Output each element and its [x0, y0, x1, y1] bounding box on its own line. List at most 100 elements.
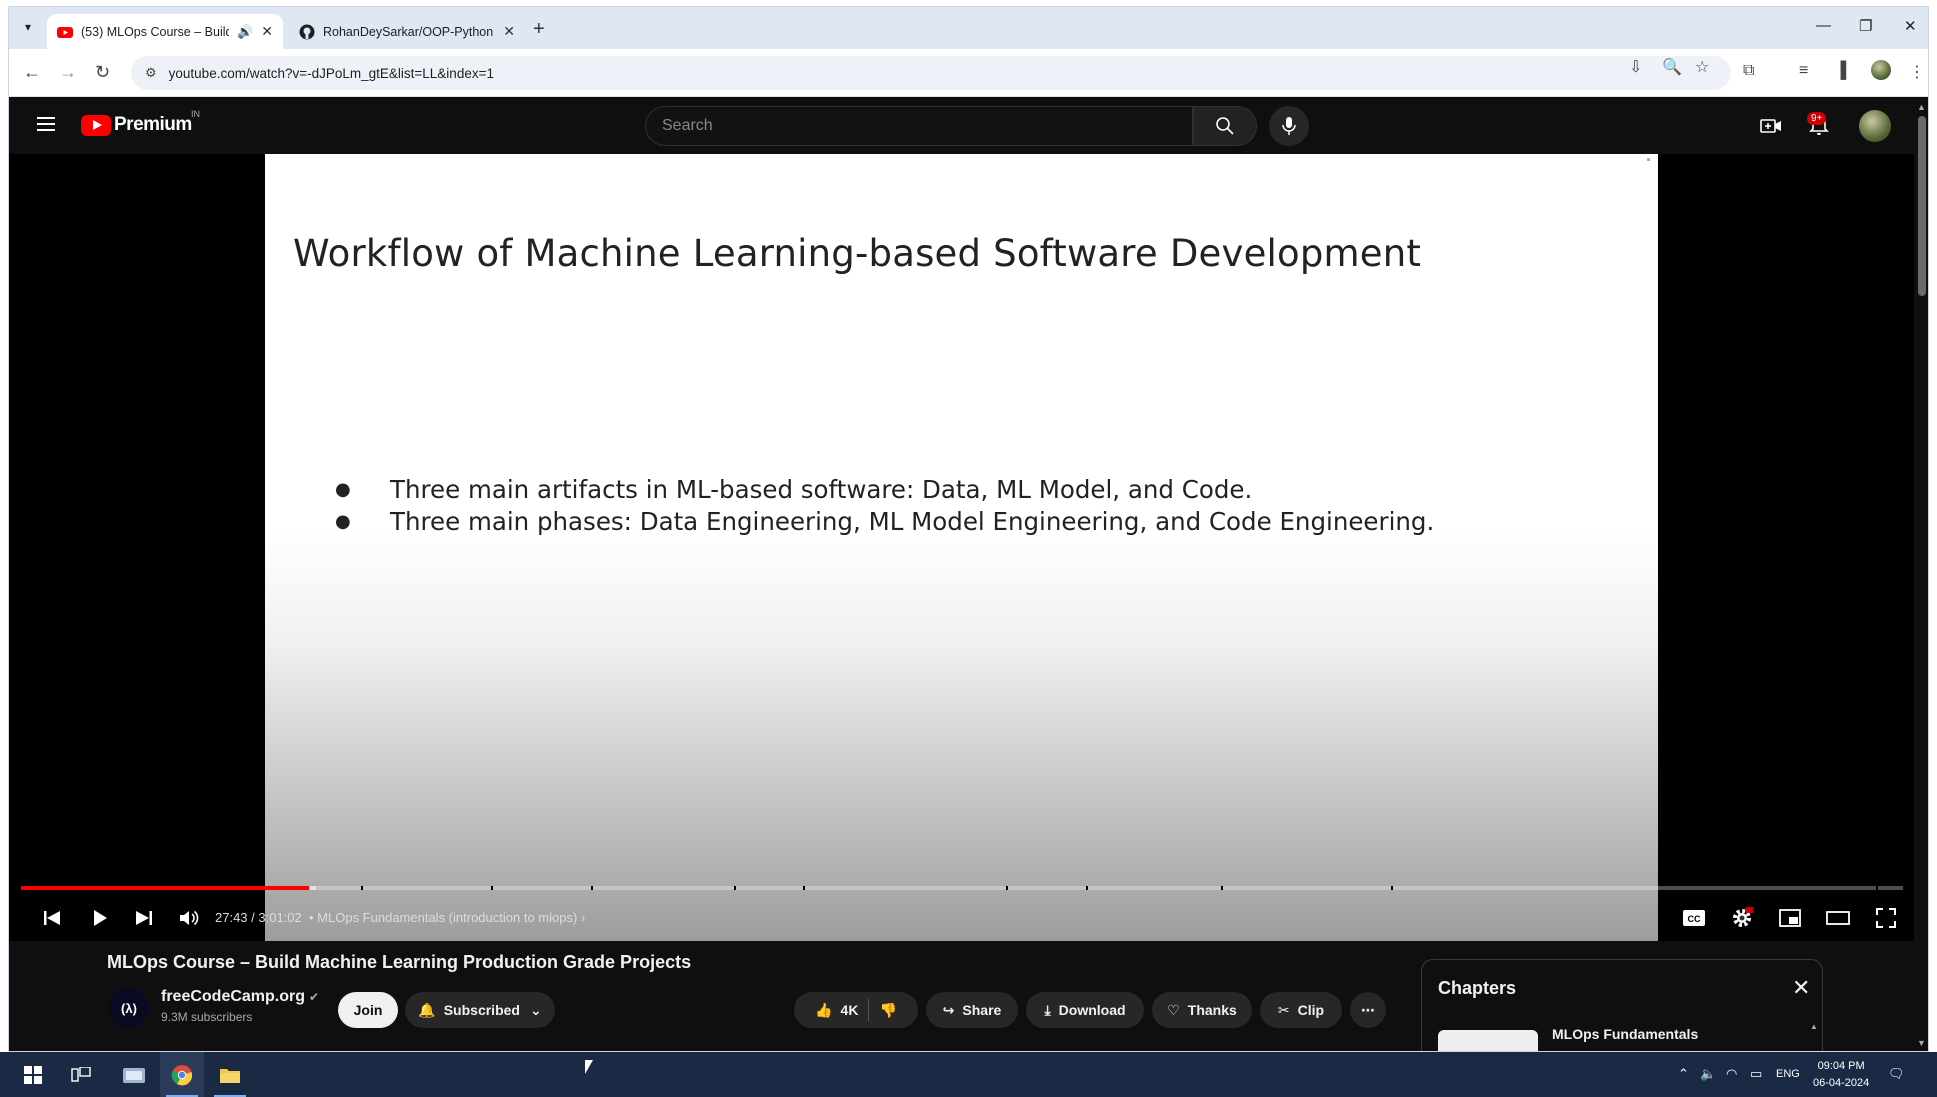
tab-audio-icon[interactable]: 🔊: [237, 24, 253, 40]
voice-search-button[interactable]: [1269, 106, 1309, 146]
chapter-marker: [803, 886, 805, 890]
close-window-icon[interactable]: ✕: [1904, 17, 1917, 35]
thanks-label: Thanks: [1187, 1002, 1237, 1018]
install-app-icon[interactable]: ⇩: [1629, 57, 1642, 77]
tab-youtube[interactable]: (53) MLOps Course – Build 🔊 ✕: [47, 14, 283, 49]
start-windows-icon[interactable]: [16, 1052, 50, 1097]
tab-close-icon[interactable]: ✕: [503, 23, 515, 40]
slide-bullet: Three main phases: Data Engineering, ML …: [335, 506, 1434, 538]
progress-bar[interactable]: [21, 886, 1903, 890]
extensions-icon[interactable]: ⧉: [1743, 62, 1754, 80]
new-tab-button[interactable]: +: [533, 19, 545, 39]
clip-label: Clip: [1297, 1002, 1325, 1018]
scroll-up-icon[interactable]: ▲: [1810, 1022, 1818, 1031]
channel-name-text[interactable]: freeCodeCamp.org: [161, 988, 305, 1005]
miniplayer-icon[interactable]: [1775, 903, 1805, 933]
next-video-icon[interactable]: [129, 903, 159, 933]
close-icon[interactable]: ✕: [1792, 975, 1810, 1001]
scroll-up-icon[interactable]: ▲: [1917, 102, 1926, 112]
divider: [868, 999, 870, 1021]
url-text[interactable]: youtube.com/watch?v=-dJPoLm_gtE&list=LL&…: [169, 66, 494, 81]
taskbar-file-explorer-icon[interactable]: [208, 1052, 252, 1097]
user-avatar[interactable]: [1859, 110, 1891, 142]
clock-date: 06-04-2024: [1813, 1077, 1870, 1089]
media-control-icon[interactable]: ≡: [1799, 62, 1808, 80]
browser-menu-icon[interactable]: ⋮: [1909, 62, 1925, 82]
wifi-icon[interactable]: ◠: [1726, 1066, 1737, 1082]
play-icon[interactable]: [85, 903, 115, 933]
system-clock[interactable]: 09:04 PM 06-04-2024: [1813, 1058, 1869, 1092]
fullscreen-icon[interactable]: [1871, 903, 1901, 933]
slide-title: Workflow of Machine Learning-based Softw…: [293, 232, 1422, 275]
volume-icon[interactable]: [174, 903, 204, 933]
previous-video-icon[interactable]: [37, 903, 67, 933]
super-thanks-icon: ♡: [1167, 1001, 1180, 1018]
settings-gear-icon[interactable]: [1727, 903, 1757, 933]
join-button[interactable]: Join: [338, 992, 398, 1028]
input-language[interactable]: ENG: [1776, 1068, 1800, 1080]
scrollbar-thumb[interactable]: [1918, 116, 1926, 296]
video-player[interactable]: Workflow of Machine Learning-based Softw…: [9, 154, 1914, 941]
profile-avatar[interactable]: [1871, 60, 1891, 80]
theater-mode-icon[interactable]: [1823, 903, 1853, 933]
like-dislike-group: 👍 4K 👎: [794, 992, 918, 1028]
zoom-icon[interactable]: 🔍: [1662, 57, 1682, 77]
youtube-logo[interactable]: Premium IN: [81, 109, 200, 136]
reload-icon[interactable]: ↻: [95, 62, 110, 83]
subscribed-label: Subscribed: [443, 1002, 520, 1018]
task-view-icon[interactable]: [64, 1052, 98, 1097]
action-center-icon[interactable]: 🗨: [1888, 1066, 1905, 1082]
tab-title: RohanDeySarkar/OOP-Python: [323, 24, 494, 39]
share-button[interactable]: ↪ Share: [926, 992, 1018, 1028]
time-display: 27:43 / 3:01:02: [215, 910, 302, 925]
subscribed-button[interactable]: 🔔 Subscribed ⌄: [405, 992, 555, 1028]
minimize-icon[interactable]: —: [1816, 17, 1831, 34]
search-box[interactable]: [645, 106, 1193, 146]
thanks-button[interactable]: ♡ Thanks: [1152, 992, 1252, 1028]
guide-menu-icon[interactable]: [37, 117, 55, 131]
channel-name[interactable]: freeCodeCamp.org ✔: [161, 988, 319, 1006]
download-button[interactable]: ⤓ Download: [1026, 992, 1144, 1028]
svg-text:CC: CC: [1688, 914, 1701, 924]
address-bar[interactable]: ⚙ youtube.com/watch?v=-dJPoLm_gtE&list=L…: [131, 56, 1731, 90]
slide-marker: [1647, 158, 1650, 161]
bookmark-star-icon[interactable]: ☆: [1695, 57, 1709, 77]
restore-icon[interactable]: ❐: [1859, 17, 1872, 35]
youtube-header: Premium IN 9+: [9, 98, 1914, 154]
captions-icon[interactable]: CC: [1679, 903, 1709, 933]
clock-time: 09:04 PM: [1817, 1060, 1865, 1072]
page-scrollbar[interactable]: ▲ ▼: [1914, 98, 1928, 1051]
bell-icon: 🔔: [418, 1001, 436, 1018]
side-panel-icon[interactable]: ▐: [1835, 62, 1846, 80]
like-button[interactable]: 👍 4K: [815, 1002, 858, 1019]
more-horizontal-icon: ⋯: [1361, 1001, 1375, 1018]
channel-avatar[interactable]: (λ): [109, 988, 149, 1028]
create-video-icon[interactable]: [1759, 114, 1783, 138]
microphone-icon: [1282, 117, 1296, 135]
taskbar-app-snipping-icon[interactable]: [112, 1052, 156, 1097]
chapter-thumbnail[interactable]: [1438, 1030, 1538, 1051]
tab-bar: ▾ (53) MLOps Course – Build 🔊 ✕ RohanDey…: [9, 7, 1928, 49]
chapter-item[interactable]: MLOps Fundamentals: [1552, 1026, 1698, 1042]
site-info-icon[interactable]: ⚙: [145, 65, 157, 81]
dislike-button[interactable]: 👎: [879, 1002, 896, 1019]
chapter-marker: [1391, 886, 1393, 890]
scroll-down-icon[interactable]: ▼: [1917, 1038, 1926, 1048]
speaker-icon[interactable]: 🔈: [1700, 1066, 1716, 1082]
battery-icon[interactable]: ▭: [1750, 1066, 1762, 1082]
download-icon: ⤓: [1044, 1001, 1051, 1018]
search-input[interactable]: [662, 117, 1162, 135]
thumbs-up-icon: 👍: [815, 1001, 833, 1018]
tab-github[interactable]: RohanDeySarkar/OOP-Python ✕: [289, 14, 525, 49]
more-actions-button[interactable]: ⋯: [1350, 992, 1386, 1028]
forward-icon[interactable]: →: [59, 62, 77, 83]
search-button[interactable]: [1193, 106, 1257, 146]
tab-search-button[interactable]: ▾: [17, 16, 39, 38]
taskbar-chrome-icon[interactable]: [160, 1052, 204, 1097]
brand-label: Premium: [114, 114, 192, 135]
current-chapter-button[interactable]: • MLOps Fundamentals (introduction to ml…: [309, 910, 585, 925]
tab-close-icon[interactable]: ✕: [261, 23, 273, 40]
show-hidden-icons[interactable]: ⌃: [1678, 1066, 1689, 1082]
clip-button[interactable]: ✂ Clip: [1260, 992, 1342, 1028]
back-icon[interactable]: ←: [23, 62, 41, 83]
